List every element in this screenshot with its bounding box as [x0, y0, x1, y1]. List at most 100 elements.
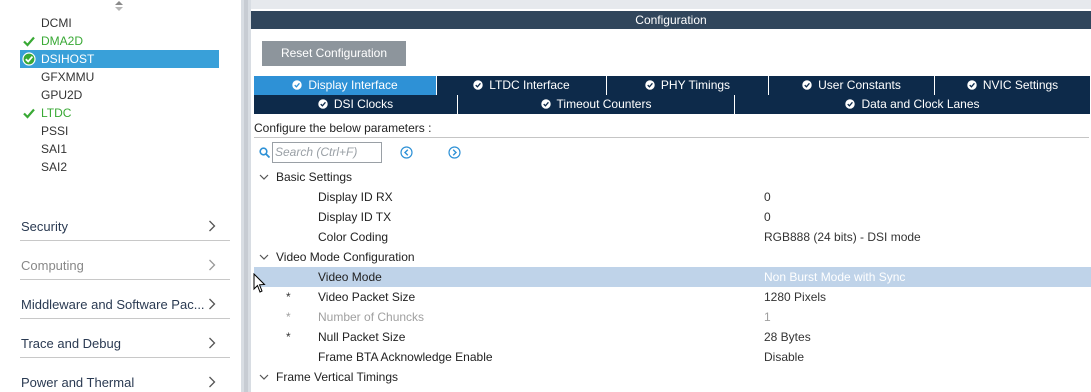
peripheral-label: PSSI — [41, 124, 69, 138]
check-icon — [23, 108, 35, 119]
tab-user-constants[interactable]: User Constants — [769, 76, 935, 95]
group-row[interactable]: Video Mode Configuration — [254, 247, 1091, 267]
parameter-row[interactable]: Color Coding RGB888 (24 bits) - DSI mode — [254, 227, 1091, 247]
parameter-value[interactable]: 0 — [764, 187, 771, 207]
category-label: Power and Thermal — [21, 375, 135, 390]
tab-label: Timeout Counters — [556, 97, 652, 111]
tab-label: PHY Timings — [660, 78, 731, 92]
chevron-right-icon — [209, 298, 216, 310]
chevron-right-icon — [209, 376, 216, 388]
tab-timeout-counters[interactable]: Timeout Counters — [458, 95, 735, 114]
tab-label: DSI Clocks — [333, 97, 394, 111]
required-marker: * — [286, 310, 291, 324]
peripheral-item[interactable]: SAI1 — [20, 140, 219, 158]
splitter-grip[interactable] — [244, 0, 248, 392]
peripheral-label: DCMI — [41, 16, 72, 30]
tab-label: LTDC Interface — [489, 78, 570, 92]
chevron-down-icon[interactable] — [259, 252, 269, 262]
chevron-right-icon — [209, 220, 216, 232]
chevron-right-icon — [209, 337, 216, 349]
category-label: Middleware and Software Pac... — [21, 297, 205, 312]
peripheral-label: GFXMMU — [41, 70, 95, 84]
tab-row-1: Display Interface LTDC Interface PHY Timin… — [254, 76, 1091, 95]
peripheral-item[interactable]: SAI2 — [20, 158, 219, 176]
parameter-name: Display ID TX — [318, 210, 392, 224]
parameter-name: Video Mode — [318, 270, 382, 284]
parameter-value[interactable]: Non Burst Mode with Sync — [764, 267, 905, 287]
group-title: Frame Vertical Timings — [276, 370, 399, 384]
tab-dsi-clocks[interactable]: DSI Clocks — [254, 95, 458, 114]
tab-label: Data and Clock Lanes — [861, 97, 980, 111]
required-marker: * — [286, 290, 291, 304]
category-item[interactable]: Computing — [20, 250, 230, 280]
parameter-row[interactable]: Display ID RX 0 — [254, 187, 1091, 207]
category-label: Computing — [21, 258, 84, 273]
parameter-name: Frame BTA Acknowledge Enable — [318, 350, 493, 364]
divider — [254, 137, 1089, 138]
tab-nvic-settings[interactable]: NVIC Settings — [935, 76, 1091, 95]
parameter-row[interactable]: Display ID TX 0 — [254, 207, 1091, 227]
peripheral-item[interactable]: DCMI — [20, 14, 219, 32]
parameter-row[interactable]: * Null Packet Size 28 Bytes — [254, 327, 1091, 347]
app-window: DCMI DMA2D DSIHOST GFXMMU GPU2D LTDC PSSI SAI1 S… — [0, 0, 1091, 392]
check-circle-icon — [318, 99, 328, 109]
check-icon — [22, 52, 36, 66]
peripheral-label: DMA2D — [41, 34, 84, 48]
tab-phy-timings[interactable]: PHY Timings — [607, 76, 769, 95]
parameter-value[interactable]: Disable — [764, 347, 804, 367]
check-icon — [23, 36, 35, 47]
peripheral-item[interactable]: LTDC — [20, 104, 219, 122]
parameter-value[interactable]: 28 Bytes — [764, 327, 811, 347]
peripheral-label: LTDC — [41, 106, 72, 120]
group-row[interactable]: Frame Vertical Timings — [254, 367, 1091, 387]
peripheral-item[interactable]: GPU2D — [20, 86, 219, 104]
categories-panel: DCMI DMA2D DSIHOST GFXMMU GPU2D LTDC PSSI SAI1 S… — [0, 0, 241, 392]
tab-ltdc-interface[interactable]: LTDC Interface — [437, 76, 607, 95]
parameter-row[interactable]: * Video Packet Size 1280 Pixels — [254, 287, 1091, 307]
check-circle-icon — [473, 80, 483, 90]
chevron-right-icon — [209, 259, 216, 271]
peripheral-label: DSIHOST — [41, 52, 95, 66]
arrow-right-circle-icon[interactable] — [448, 146, 461, 159]
reset-configuration-button[interactable]: Reset Configuration — [262, 41, 406, 66]
tab-data-and-clock-lanes[interactable]: Data and Clock Lanes — [735, 95, 1091, 114]
parameter-row[interactable]: * Number of Chuncks 1 — [254, 307, 1091, 327]
tab-label: User Constants — [818, 78, 901, 92]
search-input[interactable]: Search (Ctrl+F) — [272, 142, 382, 163]
mouse-cursor-icon — [253, 273, 266, 293]
category-item[interactable]: Security — [20, 211, 230, 241]
arrow-left-circle-icon[interactable] — [400, 146, 413, 159]
peripheral-item[interactable]: DMA2D — [20, 32, 219, 50]
peripheral-label: GPU2D — [41, 88, 83, 102]
parameter-name: Null Packet Size — [318, 330, 406, 344]
category-label: Security — [21, 219, 68, 234]
panel-splitter[interactable] — [241, 0, 251, 392]
group-row[interactable]: Basic Settings — [254, 167, 1091, 187]
top-strip — [251, 0, 1091, 9]
search-icon — [259, 147, 270, 158]
group-title: Basic Settings — [276, 170, 353, 184]
parameter-row[interactable]: Frame BTA Acknowledge Enable Disable — [254, 347, 1091, 367]
instruction-label: Configure the below parameters : — [254, 121, 432, 135]
check-circle-icon — [845, 99, 856, 109]
check-circle-icon — [540, 99, 551, 109]
tab-label: NVIC Settings — [982, 78, 1059, 92]
parameter-row[interactable]: Video Mode Non Burst Mode with Sync — [254, 267, 1091, 287]
scroll-up-icon[interactable] — [114, 1, 124, 11]
parameter-name: Video Packet Size — [318, 290, 416, 304]
category-item[interactable]: Middleware and Software Pac... — [20, 289, 230, 319]
group-title: Video Mode Configuration — [276, 250, 415, 264]
peripheral-item[interactable]: GFXMMU — [20, 68, 219, 86]
parameter-value[interactable]: RGB888 (24 bits) - DSI mode — [764, 227, 921, 247]
category-item[interactable]: Power and Thermal — [20, 367, 230, 392]
tab-display-interface[interactable]: Display Interface — [254, 76, 437, 95]
category-label: Trace and Debug — [21, 336, 121, 351]
peripheral-item[interactable]: PSSI — [20, 122, 219, 140]
chevron-down-icon[interactable] — [259, 372, 269, 382]
parameter-value[interactable]: 0 — [764, 207, 771, 227]
category-item[interactable]: Trace and Debug — [20, 328, 230, 358]
chevron-down-icon[interactable] — [259, 172, 269, 182]
parameter-value[interactable]: 1280 Pixels — [764, 287, 826, 307]
parameter-value[interactable]: 1 — [764, 307, 771, 327]
peripheral-item[interactable]: DSIHOST — [20, 50, 219, 68]
